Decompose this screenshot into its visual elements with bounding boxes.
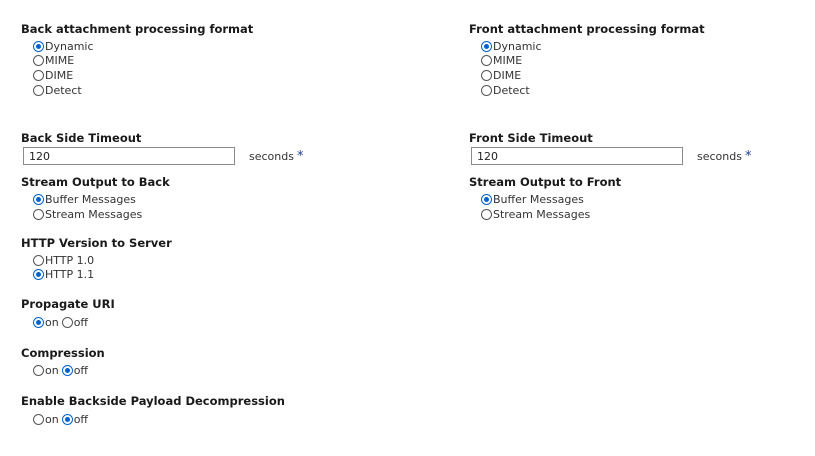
backside-decompression-options: on off — [33, 412, 91, 426]
decompression-off-label: off — [73, 412, 89, 426]
radio-icon[interactable] — [481, 208, 492, 220]
compression-options: on off — [33, 363, 91, 377]
front-timeout-units: seconds * — [697, 149, 751, 164]
front-side-timeout-input[interactable] — [471, 147, 683, 165]
required-marker: * — [744, 149, 752, 164]
radio-selected-icon[interactable] — [33, 268, 44, 280]
radio-icon[interactable] — [481, 54, 492, 66]
stream-front-option-buffer[interactable]: Buffer Messages — [481, 192, 584, 206]
required-marker: * — [296, 149, 304, 164]
front-attachment-option-detect[interactable]: Detect — [481, 83, 530, 97]
back-side-timeout-input[interactable] — [23, 147, 235, 165]
stream-back-option-stream[interactable]: Stream Messages — [33, 207, 142, 221]
compression-off-label: off — [73, 363, 89, 377]
front-side-timeout-label: Front Side Timeout — [469, 131, 593, 145]
propagate-uri-on-label: on — [45, 315, 59, 329]
seconds-label: seconds — [249, 150, 294, 163]
decompression-on-radio[interactable] — [33, 413, 44, 425]
radio-icon[interactable] — [481, 69, 492, 81]
compression-off-radio[interactable] — [61, 364, 73, 376]
radio-selected-icon[interactable] — [33, 193, 44, 205]
front-attachment-option-mime[interactable]: MIME — [481, 53, 522, 67]
propagate-uri-label: Propagate URI — [21, 297, 115, 311]
radio-icon[interactable] — [33, 54, 44, 66]
radio-selected-icon[interactable] — [481, 193, 492, 205]
http-version-option-1-0[interactable]: HTTP 1.0 — [33, 253, 94, 267]
decompression-on-label: on — [45, 412, 59, 426]
stream-back-option-buffer[interactable]: Buffer Messages — [33, 192, 136, 206]
radio-icon[interactable] — [33, 84, 44, 96]
http-version-label: HTTP Version to Server — [21, 236, 172, 250]
propagate-uri-options: on off — [33, 315, 91, 329]
compression-on-label: on — [45, 363, 59, 377]
front-attachment-option-dime[interactable]: DIME — [481, 68, 521, 82]
stream-output-front-label: Stream Output to Front — [469, 175, 622, 189]
back-attachment-option-mime[interactable]: MIME — [33, 53, 74, 67]
http-version-option-1-1[interactable]: HTTP 1.1 — [33, 267, 94, 281]
compression-label: Compression — [21, 346, 105, 360]
propagate-uri-off-label: off — [73, 315, 89, 329]
radio-icon[interactable] — [481, 84, 492, 96]
stream-front-option-stream[interactable]: Stream Messages — [481, 207, 590, 221]
seconds-label: seconds — [697, 150, 742, 163]
radio-icon[interactable] — [33, 254, 44, 266]
front-attachment-format-label: Front attachment processing format — [469, 22, 705, 36]
backside-decompression-label: Enable Backside Payload Decompression — [21, 394, 285, 408]
compression-on-radio[interactable] — [33, 364, 44, 376]
back-side-timeout-label: Back Side Timeout — [21, 131, 142, 145]
front-attachment-option-dynamic[interactable]: Dynamic — [481, 39, 542, 53]
back-timeout-units: seconds * — [249, 149, 303, 164]
decompression-off-radio[interactable] — [61, 413, 73, 425]
propagate-uri-off-radio[interactable] — [61, 316, 73, 328]
radio-icon[interactable] — [33, 69, 44, 81]
back-attachment-option-dime[interactable]: DIME — [33, 68, 73, 82]
back-attachment-option-dynamic[interactable]: Dynamic — [33, 39, 94, 53]
back-attachment-format-label: Back attachment processing format — [21, 22, 254, 36]
radio-selected-icon[interactable] — [33, 40, 44, 52]
propagate-uri-on-radio[interactable] — [33, 316, 44, 328]
stream-output-back-label: Stream Output to Back — [21, 175, 170, 189]
radio-icon[interactable] — [33, 208, 44, 220]
radio-selected-icon[interactable] — [481, 40, 492, 52]
back-attachment-option-detect[interactable]: Detect — [33, 83, 82, 97]
